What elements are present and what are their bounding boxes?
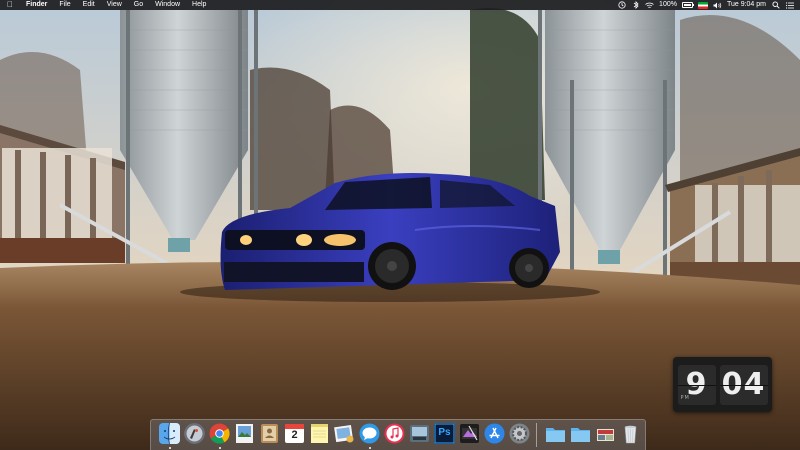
menu-go[interactable]: Go: [128, 0, 149, 10]
image-capture-dock-icon[interactable]: [409, 423, 430, 444]
clock-minute: 04: [721, 367, 766, 402]
flip-clock-widget: 9 PM 04: [673, 357, 772, 412]
photoshop-dock-icon[interactable]: Ps: [434, 423, 455, 444]
menu-file[interactable]: File: [53, 0, 76, 10]
clock-minute-card: 04: [719, 364, 768, 405]
menu-view[interactable]: View: [101, 0, 128, 10]
documents-stack-dock-icon[interactable]: [595, 423, 616, 444]
itunes-dock-icon[interactable]: [384, 423, 405, 444]
wifi-icon[interactable]: [645, 1, 654, 9]
calendar-day-number: 2: [291, 429, 298, 441]
spotlight-search-icon[interactable]: [771, 1, 780, 9]
clock-hour-card: 9 PM: [677, 364, 716, 405]
final-cut-dock-icon[interactable]: [459, 423, 480, 444]
battery-percent[interactable]: 100%: [659, 0, 677, 10]
contacts-dock-icon[interactable]: [259, 423, 280, 444]
status-area: 100% Tue 9:04 pm: [617, 0, 800, 10]
photoshop-label: Ps: [438, 427, 451, 438]
battery-icon[interactable]: [681, 2, 694, 8]
finder-running-indicator: [169, 447, 171, 449]
preview-dock-icon[interactable]: [234, 423, 255, 444]
clock-ampm: PM: [680, 394, 690, 401]
menu-edit[interactable]: Edit: [77, 0, 101, 10]
photos-dock-icon[interactable]: [334, 423, 355, 444]
volume-icon[interactable]: [713, 1, 722, 9]
time-machine-icon[interactable]: [617, 1, 626, 9]
bluetooth-icon[interactable]: [631, 1, 640, 9]
downloads-folder-dock-icon[interactable]: [570, 423, 591, 444]
notes-dock-icon[interactable]: [309, 423, 330, 444]
messages-dock-icon[interactable]: [359, 423, 380, 444]
menu-help[interactable]: Help: [186, 0, 212, 10]
messages-running-indicator: [369, 447, 371, 449]
finder-dock-icon[interactable]: [159, 423, 180, 444]
dock: 2 Ps: [150, 419, 646, 450]
chrome-dock-icon[interactable]: [209, 423, 230, 444]
menu-bar-clock[interactable]: Tue 9:04 pm: [727, 0, 766, 10]
system-preferences-dock-icon[interactable]: [509, 423, 530, 444]
apple-menu-icon[interactable]: : [0, 0, 20, 10]
launchpad-dock-icon[interactable]: [184, 423, 205, 444]
notification-center-icon[interactable]: [785, 1, 794, 9]
folder-dock-icon[interactable]: [545, 423, 566, 444]
menu-bar:  Finder File Edit View Go Window Help 1…: [0, 0, 800, 10]
menu-window[interactable]: Window: [149, 0, 186, 10]
app-store-dock-icon[interactable]: [484, 423, 505, 444]
calendar-dock-icon[interactable]: 2: [284, 423, 305, 444]
trash-dock-icon[interactable]: [620, 423, 641, 444]
menu-app-finder[interactable]: Finder: [20, 0, 53, 10]
dock-separator: [536, 423, 537, 447]
input-source-flag-icon[interactable]: [697, 1, 708, 9]
chrome-running-indicator: [219, 447, 221, 449]
